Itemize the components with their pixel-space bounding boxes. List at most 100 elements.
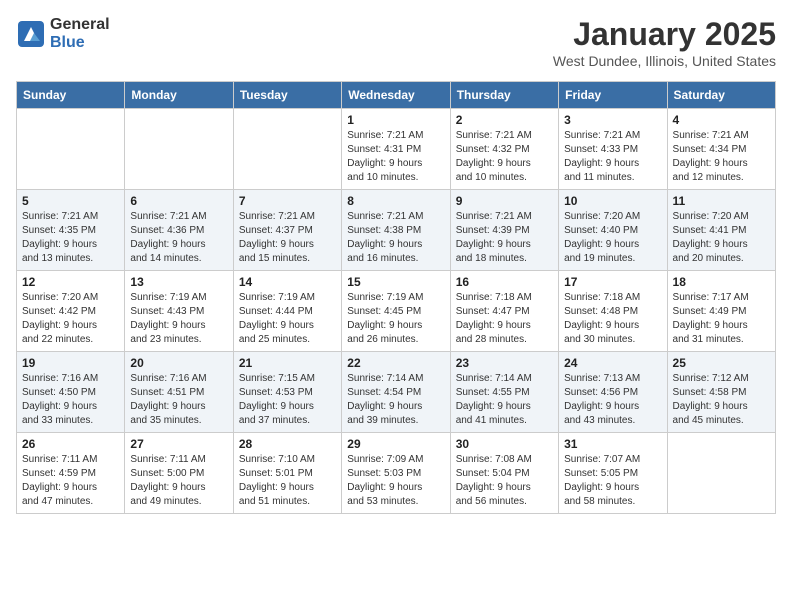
weekday-header-row: SundayMondayTuesdayWednesdayThursdayFrid… bbox=[17, 82, 776, 109]
day-info: Sunrise: 7:20 AM Sunset: 4:40 PM Dayligh… bbox=[564, 210, 661, 266]
calendar-cell: 16Sunrise: 7:18 AM Sunset: 4:47 PM Dayli… bbox=[450, 271, 558, 352]
day-number: 23 bbox=[456, 356, 553, 370]
day-number: 12 bbox=[22, 275, 119, 289]
calendar-cell: 2 Sunrise: 7:21 AM Sunset: 4:32 PM Daylig… bbox=[450, 109, 558, 190]
day-info: Sunrise: 7:11 AM Sunset: 4:59 PM Dayligh… bbox=[22, 453, 119, 509]
day-number: 3 bbox=[564, 113, 661, 127]
day-info: Sunrise: 7:11 AM Sunset: 5:00 PM Dayligh… bbox=[130, 453, 227, 509]
day-info: Sunrise: 7:14 AM Sunset: 4:54 PM Dayligh… bbox=[347, 372, 444, 428]
calendar-cell: 20Sunrise: 7:16 AM Sunset: 4:51 PM Dayli… bbox=[125, 352, 233, 433]
calendar-cell: 6Sunrise: 7:21 AM Sunset: 4:36 PM Daylig… bbox=[125, 190, 233, 271]
week-row-1: 1 Sunrise: 7:21 AM Sunset: 4:31 PM Daylig… bbox=[17, 109, 776, 190]
day-number: 5 bbox=[22, 194, 119, 208]
calendar-cell: 24Sunrise: 7:13 AM Sunset: 4:56 PM Dayli… bbox=[559, 352, 667, 433]
calendar-cell: 4 Sunrise: 7:21 AM Sunset: 4:34 PM Daylig… bbox=[667, 109, 775, 190]
day-number: 6 bbox=[130, 194, 227, 208]
day-info: Sunrise: 7:16 AM Sunset: 4:50 PM Dayligh… bbox=[22, 372, 119, 428]
weekday-header-thursday: Thursday bbox=[450, 82, 558, 109]
calendar-cell: 25 Sunrise: 7:12 AM Sunset: 4:58 PM Dayli… bbox=[667, 352, 775, 433]
title-area: January 2025 West Dundee, Illinois, Unit… bbox=[553, 16, 776, 69]
day-info: Sunrise: 7:21 AM Sunset: 4:34 PM Dayligh… bbox=[673, 129, 770, 185]
day-info: Sunrise: 7:21 AM Sunset: 4:35 PM Dayligh… bbox=[22, 210, 119, 266]
logo: General Blue bbox=[16, 16, 110, 51]
day-number: 16 bbox=[456, 275, 553, 289]
calendar-cell: 17 Sunrise: 7:18 AM Sunset: 4:48 PM Dayli… bbox=[559, 271, 667, 352]
calendar-cell: 13Sunrise: 7:19 AM Sunset: 4:43 PM Dayli… bbox=[125, 271, 233, 352]
calendar-cell bbox=[17, 109, 125, 190]
day-info: Sunrise: 7:21 AM Sunset: 4:38 PM Dayligh… bbox=[347, 210, 444, 266]
day-info: Sunrise: 7:21 AM Sunset: 4:39 PM Dayligh… bbox=[456, 210, 553, 266]
day-info: Sunrise: 7:14 AM Sunset: 4:55 PM Dayligh… bbox=[456, 372, 553, 428]
calendar-cell: 26 Sunrise: 7:11 AM Sunset: 4:59 PM Dayli… bbox=[17, 433, 125, 514]
location-text: West Dundee, Illinois, United States bbox=[553, 53, 776, 69]
day-number: 21 bbox=[239, 356, 336, 370]
weekday-header-saturday: Saturday bbox=[667, 82, 775, 109]
day-number: 10 bbox=[564, 194, 661, 208]
weekday-header-friday: Friday bbox=[559, 82, 667, 109]
calendar-cell: 27 Sunrise: 7:11 AM Sunset: 5:00 PM Dayli… bbox=[125, 433, 233, 514]
day-info: Sunrise: 7:20 AM Sunset: 4:41 PM Dayligh… bbox=[673, 210, 770, 266]
day-number: 1 bbox=[347, 113, 444, 127]
day-number: 30 bbox=[456, 437, 553, 451]
calendar-cell: 29Sunrise: 7:09 AM Sunset: 5:03 PM Dayli… bbox=[342, 433, 450, 514]
day-info: Sunrise: 7:12 AM Sunset: 4:58 PM Dayligh… bbox=[673, 372, 770, 428]
day-number: 2 bbox=[456, 113, 553, 127]
day-info: Sunrise: 7:19 AM Sunset: 4:44 PM Dayligh… bbox=[239, 291, 336, 347]
day-number: 20 bbox=[130, 356, 227, 370]
day-number: 11 bbox=[673, 194, 770, 208]
calendar-cell: 3Sunrise: 7:21 AM Sunset: 4:33 PM Daylig… bbox=[559, 109, 667, 190]
calendar-cell: 15Sunrise: 7:19 AM Sunset: 4:45 PM Dayli… bbox=[342, 271, 450, 352]
day-info: Sunrise: 7:21 AM Sunset: 4:37 PM Dayligh… bbox=[239, 210, 336, 266]
day-number: 7 bbox=[239, 194, 336, 208]
day-number: 19 bbox=[22, 356, 119, 370]
week-row-5: 26 Sunrise: 7:11 AM Sunset: 4:59 PM Dayli… bbox=[17, 433, 776, 514]
day-number: 8 bbox=[347, 194, 444, 208]
logo-text: General Blue bbox=[50, 16, 110, 51]
calendar-cell: 28Sunrise: 7:10 AM Sunset: 5:01 PM Dayli… bbox=[233, 433, 341, 514]
day-info: Sunrise: 7:20 AM Sunset: 4:42 PM Dayligh… bbox=[22, 291, 119, 347]
calendar-cell: 10 Sunrise: 7:20 AM Sunset: 4:40 PM Dayli… bbox=[559, 190, 667, 271]
calendar-cell bbox=[233, 109, 341, 190]
day-number: 17 bbox=[564, 275, 661, 289]
day-info: Sunrise: 7:21 AM Sunset: 4:31 PM Dayligh… bbox=[347, 129, 444, 185]
day-number: 27 bbox=[130, 437, 227, 451]
logo-icon bbox=[16, 19, 46, 49]
day-info: Sunrise: 7:17 AM Sunset: 4:49 PM Dayligh… bbox=[673, 291, 770, 347]
page-header: General Blue January 2025 West Dundee, I… bbox=[16, 16, 776, 69]
logo-general-text: General bbox=[50, 16, 110, 34]
calendar-cell: 22Sunrise: 7:14 AM Sunset: 4:54 PM Dayli… bbox=[342, 352, 450, 433]
day-info: Sunrise: 7:07 AM Sunset: 5:05 PM Dayligh… bbox=[564, 453, 661, 509]
calendar-cell: 11 Sunrise: 7:20 AM Sunset: 4:41 PM Dayli… bbox=[667, 190, 775, 271]
week-row-3: 12 Sunrise: 7:20 AM Sunset: 4:42 PM Dayli… bbox=[17, 271, 776, 352]
calendar-cell: 18 Sunrise: 7:17 AM Sunset: 4:49 PM Dayli… bbox=[667, 271, 775, 352]
day-info: Sunrise: 7:13 AM Sunset: 4:56 PM Dayligh… bbox=[564, 372, 661, 428]
weekday-header-monday: Monday bbox=[125, 82, 233, 109]
day-info: Sunrise: 7:10 AM Sunset: 5:01 PM Dayligh… bbox=[239, 453, 336, 509]
calendar-cell bbox=[667, 433, 775, 514]
day-info: Sunrise: 7:15 AM Sunset: 4:53 PM Dayligh… bbox=[239, 372, 336, 428]
day-number: 18 bbox=[673, 275, 770, 289]
day-number: 25 bbox=[673, 356, 770, 370]
calendar-cell: 14Sunrise: 7:19 AM Sunset: 4:44 PM Dayli… bbox=[233, 271, 341, 352]
calendar-cell: 8 Sunrise: 7:21 AM Sunset: 4:38 PM Daylig… bbox=[342, 190, 450, 271]
weekday-header-tuesday: Tuesday bbox=[233, 82, 341, 109]
day-info: Sunrise: 7:18 AM Sunset: 4:48 PM Dayligh… bbox=[564, 291, 661, 347]
calendar-cell: 30 Sunrise: 7:08 AM Sunset: 5:04 PM Dayli… bbox=[450, 433, 558, 514]
calendar-body: 1 Sunrise: 7:21 AM Sunset: 4:31 PM Daylig… bbox=[17, 109, 776, 514]
calendar-cell: 23 Sunrise: 7:14 AM Sunset: 4:55 PM Dayli… bbox=[450, 352, 558, 433]
calendar-cell: 7 Sunrise: 7:21 AM Sunset: 4:37 PM Daylig… bbox=[233, 190, 341, 271]
calendar-table: SundayMondayTuesdayWednesdayThursdayFrid… bbox=[16, 81, 776, 514]
weekday-header-wednesday: Wednesday bbox=[342, 82, 450, 109]
day-number: 26 bbox=[22, 437, 119, 451]
calendar-cell: 9 Sunrise: 7:21 AM Sunset: 4:39 PM Daylig… bbox=[450, 190, 558, 271]
calendar-cell: 5 Sunrise: 7:21 AM Sunset: 4:35 PM Daylig… bbox=[17, 190, 125, 271]
day-info: Sunrise: 7:21 AM Sunset: 4:32 PM Dayligh… bbox=[456, 129, 553, 185]
day-number: 9 bbox=[456, 194, 553, 208]
day-number: 4 bbox=[673, 113, 770, 127]
calendar-cell: 12 Sunrise: 7:20 AM Sunset: 4:42 PM Dayli… bbox=[17, 271, 125, 352]
day-info: Sunrise: 7:08 AM Sunset: 5:04 PM Dayligh… bbox=[456, 453, 553, 509]
calendar-cell bbox=[125, 109, 233, 190]
week-row-2: 5 Sunrise: 7:21 AM Sunset: 4:35 PM Daylig… bbox=[17, 190, 776, 271]
day-number: 15 bbox=[347, 275, 444, 289]
week-row-4: 19 Sunrise: 7:16 AM Sunset: 4:50 PM Dayli… bbox=[17, 352, 776, 433]
